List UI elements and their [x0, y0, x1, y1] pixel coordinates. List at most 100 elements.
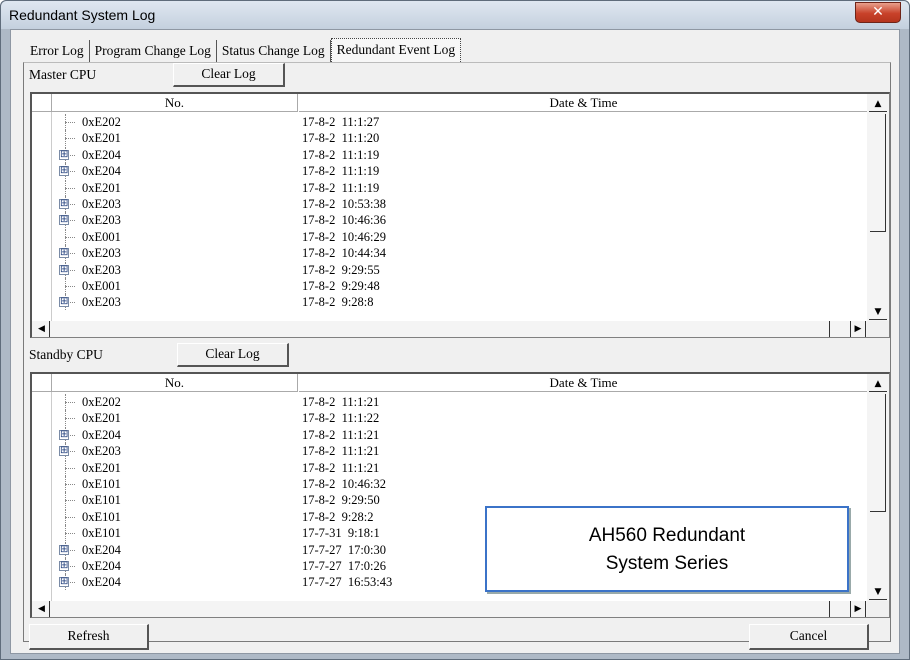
standby-clear-log-button[interactable]: Clear Log — [177, 343, 289, 367]
expand-icon[interactable]: ⊞ — [59, 248, 69, 259]
standby-vertical-scrollbar[interactable]: ▲ ▼ — [867, 374, 889, 602]
tab-redundant-event-log[interactable]: Redundant Event Log — [330, 38, 462, 62]
tree-connector: ⊞ — [58, 261, 78, 278]
event-datetime: 17-8-2 11:1:22 — [302, 411, 380, 426]
expand-icon[interactable]: ⊞ — [59, 198, 69, 209]
expand-icon[interactable]: ⊞ — [59, 215, 69, 226]
tab-program-change-log[interactable]: Program Change Log — [90, 40, 217, 62]
scroll-down-icon[interactable]: ▼ — [869, 304, 887, 320]
event-datetime: 17-8-2 9:29:48 — [302, 278, 380, 293]
tab-status-change-log[interactable]: Status Change Log — [217, 40, 331, 62]
table-row[interactable]: ⊞ 0xE203 17-8-2 11:1:21 — [32, 443, 868, 460]
scroll-thumb[interactable] — [870, 114, 886, 232]
table-row[interactable]: 0xE202 17-8-2 11:1:21 — [32, 394, 868, 410]
tree-connector: ⊞ — [58, 294, 78, 311]
table-row[interactable]: 0xE001 17-8-2 10:46:29 — [32, 228, 868, 245]
event-code: 0xE202 — [82, 395, 121, 409]
table-row[interactable]: ⊞ 0xE204 17-8-2 11:1:19 — [32, 163, 868, 180]
master-clear-log-button[interactable]: Clear Log — [173, 63, 285, 87]
tree-connector: ⊞ — [58, 146, 78, 163]
callout-line-1: AH560 Redundant — [588, 525, 746, 546]
event-datetime: 17-8-2 10:44:34 — [302, 246, 387, 261]
expand-icon[interactable]: ⊞ — [59, 577, 69, 588]
event-datetime: 17-8-2 11:1:21 — [302, 444, 380, 459]
event-datetime: 17-8-2 11:1:20 — [302, 131, 380, 146]
scroll-up-icon[interactable]: ▲ — [869, 96, 887, 112]
event-datetime: 17-8-2 11:1:21 — [302, 427, 380, 442]
tree-connector — [58, 228, 78, 245]
table-row[interactable]: ⊞ 0xE203 17-8-2 10:53:38 — [32, 195, 868, 212]
event-datetime: 17-8-2 11:1:21 — [302, 460, 380, 475]
expand-icon[interactable]: ⊞ — [59, 264, 69, 275]
table-row[interactable]: ⊞ 0xE203 17-8-2 9:28:8 — [32, 294, 868, 311]
table-header: No. Date & Time — [32, 374, 868, 392]
event-code: 0xE101 — [82, 493, 121, 508]
row-header-corner — [32, 94, 52, 112]
scroll-thumb[interactable] — [870, 394, 886, 512]
title-bar: Redundant System Log ✕ — [1, 1, 909, 29]
table-row[interactable]: ⊞ 0xE203 17-8-2 10:44:34 — [32, 245, 868, 262]
scroll-thumb[interactable] — [50, 321, 830, 337]
scroll-up-icon[interactable]: ▲ — [869, 376, 887, 392]
master-horizontal-scrollbar[interactable]: ◀ ▶ — [32, 321, 868, 337]
event-code: 0xE204 — [82, 147, 121, 162]
table-row[interactable]: ⊞ 0xE204 17-8-2 11:1:21 — [32, 426, 868, 443]
expand-icon[interactable]: ⊞ — [59, 446, 69, 457]
event-datetime: 17-7-27 17:0:30 — [302, 542, 387, 557]
tree-connector — [58, 475, 78, 492]
tab-error-log[interactable]: Error Log — [25, 40, 90, 62]
table-row[interactable]: ⊞ 0xE204 17-8-2 11:1:19 — [32, 146, 868, 163]
expand-icon[interactable]: ⊞ — [59, 166, 69, 177]
column-header-datetime[interactable]: Date & Time — [299, 94, 868, 112]
table-row[interactable]: 0xE101 17-8-2 10:46:32 — [32, 475, 868, 492]
tree-connector: ⊞ — [58, 557, 78, 574]
expand-icon[interactable]: ⊞ — [59, 297, 69, 308]
event-code: 0xE204 — [82, 558, 121, 573]
column-header-datetime[interactable]: Date & Time — [299, 374, 868, 392]
event-datetime: 17-8-2 10:46:36 — [302, 213, 387, 228]
product-callout-box: AH560 Redundant System Series — [485, 506, 849, 592]
table-row[interactable]: 0xE001 17-8-2 9:29:48 — [32, 277, 868, 294]
tree-connector: ⊞ — [58, 426, 78, 443]
master-vertical-scrollbar[interactable]: ▲ ▼ — [867, 94, 889, 322]
column-header-no[interactable]: No. — [52, 374, 298, 392]
table-row[interactable]: 0xE202 17-8-2 11:1:27 — [32, 114, 868, 130]
scroll-right-icon[interactable]: ▶ — [850, 601, 866, 617]
event-code: 0xE201 — [82, 131, 121, 146]
column-header-no[interactable]: No. — [52, 94, 298, 112]
scroll-thumb[interactable] — [50, 601, 830, 617]
event-datetime: 17-8-2 11:1:19 — [302, 164, 380, 179]
refresh-button[interactable]: Refresh — [29, 624, 149, 650]
standby-horizontal-scrollbar[interactable]: ◀ ▶ — [32, 601, 868, 617]
table-row[interactable]: ⊞ 0xE203 17-8-2 9:29:55 — [32, 261, 868, 278]
scroll-right-icon[interactable]: ▶ — [850, 321, 866, 337]
scroll-down-icon[interactable]: ▼ — [869, 584, 887, 600]
tree-connector — [58, 525, 78, 542]
tree-connector — [58, 459, 78, 476]
scroll-left-icon[interactable]: ◀ — [34, 601, 50, 617]
event-code: 0xE204 — [82, 164, 121, 179]
event-code: 0xE204 — [82, 575, 121, 590]
event-datetime: 17-8-2 9:29:55 — [302, 262, 380, 277]
table-row[interactable]: ⊞ 0xE203 17-8-2 10:46:36 — [32, 212, 868, 229]
tree-connector: ⊞ — [58, 212, 78, 229]
event-datetime: 17-8-2 10:53:38 — [302, 196, 387, 211]
table-row[interactable]: 0xE201 17-8-2 11:1:20 — [32, 130, 868, 147]
master-log-table: No. Date & Time 0xE202 17-8-2 11:1:27 0xE2… — [30, 92, 890, 338]
expand-icon[interactable]: ⊞ — [59, 429, 69, 440]
table-row[interactable]: 0xE201 17-8-2 11:1:21 — [32, 459, 868, 476]
scroll-left-icon[interactable]: ◀ — [34, 321, 50, 337]
expand-icon[interactable]: ⊞ — [59, 149, 69, 160]
event-datetime: 17-8-2 11:1:27 — [302, 115, 380, 129]
event-code: 0xE203 — [82, 196, 121, 211]
close-button[interactable]: ✕ — [855, 2, 901, 23]
table-row[interactable]: 0xE201 17-8-2 11:1:22 — [32, 410, 868, 427]
cancel-button[interactable]: Cancel — [749, 624, 869, 650]
event-datetime: 17-8-2 10:46:29 — [302, 229, 387, 244]
expand-icon[interactable]: ⊞ — [59, 544, 69, 555]
table-row[interactable]: 0xE201 17-8-2 11:1:19 — [32, 179, 868, 196]
expand-icon[interactable]: ⊞ — [59, 560, 69, 571]
tree-connector — [58, 394, 78, 410]
scroll-corner — [867, 321, 889, 337]
event-datetime: 17-7-27 17:0:26 — [302, 558, 387, 573]
